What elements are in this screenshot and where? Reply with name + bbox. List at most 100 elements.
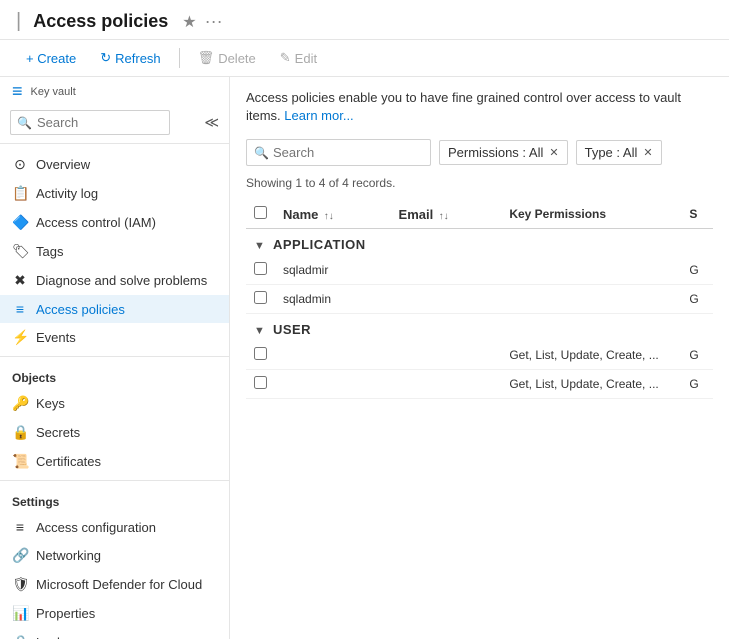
- secrets-icon: 🔒: [12, 424, 28, 441]
- app-row1-key-perms: [501, 256, 681, 285]
- app-row1-s: G: [681, 256, 713, 285]
- toolbar-divider: [179, 48, 180, 68]
- user-row1-name: [275, 341, 391, 370]
- application-group-chevron[interactable]: ▼: [254, 240, 265, 252]
- sidebar-item-tags[interactable]: 🏷 Tags: [0, 237, 229, 266]
- page-title: Access policies: [33, 11, 168, 32]
- certificates-icon: 📜: [12, 453, 28, 470]
- records-count: Showing 1 to 4 of 4 records.: [246, 176, 713, 190]
- email-sort-icon: ↑↓: [439, 211, 449, 222]
- sidebar-item-label: Access configuration: [36, 520, 156, 535]
- select-all-column: [246, 200, 275, 229]
- table-row: Get, List, Update, Create, ... G: [246, 370, 713, 399]
- user-row1-key-perms: Get, List, Update, Create, ...: [501, 341, 681, 370]
- user-group-label: USER: [273, 322, 311, 337]
- info-text: Access policies enable you to have fine …: [246, 89, 713, 125]
- keyvault-header: ≡ Key vault: [0, 77, 229, 102]
- sidebar-item-label: Properties: [36, 606, 95, 621]
- sidebar-item-label: Overview: [36, 157, 90, 172]
- sidebar-item-access-config[interactable]: ≡ Access configuration: [0, 513, 229, 541]
- table-row: Get, List, Update, Create, ... G: [246, 341, 713, 370]
- main-layout: ≡ Key vault 🔍 ≪ ⊙ Overview 📋 Activity lo…: [0, 77, 729, 639]
- row-checkbox[interactable]: [254, 347, 267, 360]
- select-all-checkbox[interactable]: [254, 206, 267, 219]
- application-group-row: ▼ APPLICATION: [246, 229, 713, 257]
- app-row2-name: sqladmin: [275, 285, 391, 314]
- settings-section-label: Settings: [0, 485, 229, 513]
- sidebar-item-label: Secrets: [36, 425, 80, 440]
- sidebar-item-activity-log[interactable]: 📋 Activity log: [0, 179, 229, 208]
- type-filter-chip[interactable]: Type : All ✕: [576, 140, 662, 165]
- activity-log-icon: 📋: [12, 185, 28, 202]
- app-row1-name: sqladmir: [275, 256, 391, 285]
- keyvault-icon: ≡: [12, 81, 23, 102]
- sidebar-item-access-policies[interactable]: ≡ Access policies: [0, 295, 229, 323]
- permissions-chip-close[interactable]: ✕: [549, 146, 558, 159]
- sidebar-item-overview[interactable]: ⊙ Overview: [0, 150, 229, 179]
- access-policies-table: Name ↑↓ Email ↑↓ Key Permissions S ▼: [246, 200, 713, 399]
- sidebar-item-properties[interactable]: 📊 Properties: [0, 599, 229, 628]
- user-group-row: ▼ USER: [246, 314, 713, 342]
- filter-search-icon: 🔍: [254, 146, 269, 160]
- type-chip-label: Type : All: [585, 145, 638, 160]
- sidebar-collapse-button[interactable]: ≪: [204, 114, 219, 131]
- delete-icon: 🗑: [198, 50, 215, 66]
- user-row2-key-perms: Get, List, Update, Create, ...: [501, 370, 681, 399]
- sidebar-item-keys[interactable]: 🔑 Keys: [0, 389, 229, 418]
- create-button[interactable]: + Create: [16, 47, 86, 70]
- row-checkbox[interactable]: [254, 291, 267, 304]
- sidebar-item-locks[interactable]: 🔒 Locks: [0, 628, 229, 639]
- more-options-icon[interactable]: ···: [205, 11, 223, 32]
- events-icon: ⚡: [12, 329, 28, 346]
- delete-button[interactable]: 🗑 Delete: [188, 46, 266, 70]
- sidebar-item-label: Tags: [36, 244, 63, 259]
- sidebar-item-certificates[interactable]: 📜 Certificates: [0, 447, 229, 476]
- page-header: | Access policies ★ ···: [0, 0, 729, 40]
- app-row2-key-perms: [501, 285, 681, 314]
- toolbar: + Create ↻ Refresh 🗑 Delete ✎ Edit: [0, 40, 729, 77]
- sidebar-item-label: Access policies: [36, 302, 125, 317]
- key-permissions-column-header: Key Permissions: [501, 200, 681, 229]
- app-row2-s: G: [681, 285, 713, 314]
- edit-button[interactable]: ✎ Edit: [270, 46, 327, 70]
- objects-section-label: Objects: [0, 361, 229, 389]
- sidebar-item-label: Keys: [36, 396, 65, 411]
- keys-icon: 🔑: [12, 395, 28, 412]
- sidebar-item-label: Certificates: [36, 454, 101, 469]
- sidebar-item-networking[interactable]: 🔗 Networking: [0, 541, 229, 570]
- sidebar-item-events[interactable]: ⚡ Events: [0, 323, 229, 352]
- filter-search-input[interactable]: [246, 139, 431, 166]
- sidebar-search-input[interactable]: [10, 110, 170, 135]
- user-group-chevron[interactable]: ▼: [254, 325, 265, 337]
- app-row1-email: [391, 256, 502, 285]
- sidebar-item-defender[interactable]: 🛡 Microsoft Defender for Cloud: [0, 570, 229, 599]
- edit-icon: ✎: [280, 50, 291, 66]
- refresh-button[interactable]: ↻ Refresh: [90, 46, 170, 70]
- diagnose-icon: ✖: [12, 272, 28, 289]
- networking-icon: 🔗: [12, 547, 28, 564]
- name-sort-icon: ↑↓: [324, 211, 334, 222]
- access-control-icon: 🔷: [12, 214, 28, 231]
- content-area: Access policies enable you to have fine …: [230, 77, 729, 639]
- row-checkbox[interactable]: [254, 262, 267, 275]
- sidebar-item-diagnose[interactable]: ✖ Diagnose and solve problems: [0, 266, 229, 295]
- app-row2-email: [391, 285, 502, 314]
- table-row: sqladmir G: [246, 256, 713, 285]
- learn-more-link[interactable]: Learn mor...: [284, 108, 353, 123]
- filter-search-wrap: 🔍: [246, 139, 431, 166]
- favorite-icon[interactable]: ★: [182, 12, 196, 32]
- row-checkbox[interactable]: [254, 376, 267, 389]
- properties-icon: 📊: [12, 605, 28, 622]
- table-row: sqladmin G: [246, 285, 713, 314]
- header-divider: |: [16, 10, 21, 33]
- sidebar-item-access-control[interactable]: 🔷 Access control (IAM): [0, 208, 229, 237]
- access-policies-icon: ≡: [12, 301, 28, 317]
- name-column-header[interactable]: Name ↑↓: [275, 200, 391, 229]
- access-config-icon: ≡: [12, 519, 28, 535]
- type-chip-close[interactable]: ✕: [643, 146, 652, 159]
- email-column-header[interactable]: Email ↑↓: [391, 200, 502, 229]
- permissions-filter-chip[interactable]: Permissions : All ✕: [439, 140, 568, 165]
- sidebar-item-label: Locks: [36, 635, 70, 639]
- sidebar-search-icon: 🔍: [17, 116, 32, 130]
- sidebar-item-secrets[interactable]: 🔒 Secrets: [0, 418, 229, 447]
